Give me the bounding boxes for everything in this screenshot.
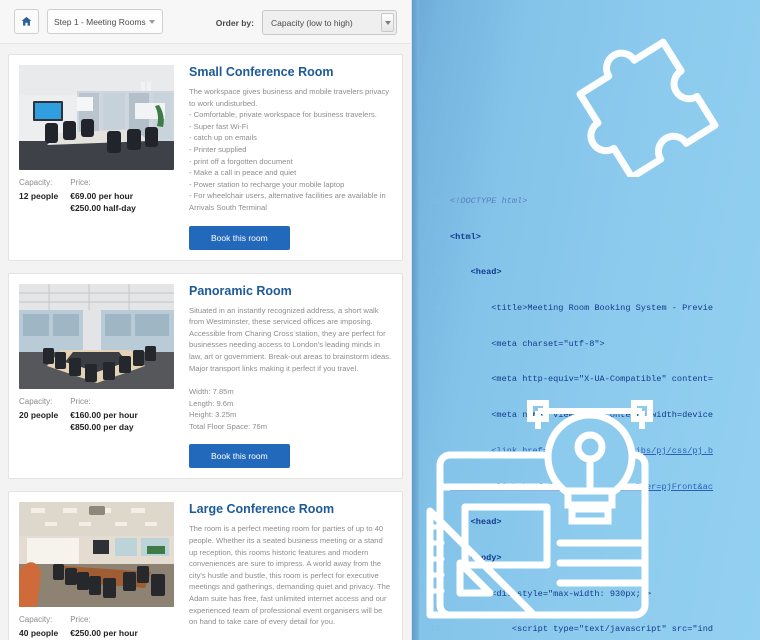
line-number: 6 [434, 374, 440, 385]
chevron-down-icon [149, 19, 155, 24]
step-select-value: Step 1 - Meeting Rooms [54, 16, 146, 27]
capacity-value: 20 people [19, 409, 59, 420]
book-this-room-button[interactable]: Book this room [189, 444, 290, 469]
panoramic-room-photo [19, 283, 174, 389]
code-line: 2 <html> [424, 232, 760, 244]
price-label: Price: [70, 615, 91, 625]
price-label: Price: [70, 396, 91, 406]
capacity-label: Capacity: [19, 615, 53, 625]
room-title: Small Conference Room [189, 65, 334, 79]
code-line: 5 <meta charset="utf-8"> [424, 339, 760, 351]
home-icon [21, 16, 32, 27]
room-list: Capacity: 12 people Price: €69.00 per ho… [0, 44, 411, 640]
order-by-select[interactable]: Capacity (low to high) [262, 10, 397, 35]
code-text: <meta charset="utf-8"> [450, 338, 605, 349]
capacity-label: Capacity: [19, 178, 53, 187]
price-block: Price: €250.00 per hour €850.00 half-day… [70, 615, 138, 640]
small-conference-room-photo [19, 65, 174, 170]
line-number: 5 [434, 338, 440, 349]
code-illustration-pane: 1 <!DOCTYPE html> 2 <html> 3 <head> 4 <tit… [412, 0, 760, 640]
line-number: 1 [434, 195, 440, 206]
booking-preview-pane: Step 1 - Meeting Rooms Order by: Capacit… [0, 0, 412, 640]
capacity-label: Capacity: [19, 396, 53, 406]
room-meta: Capacity: 40 people Price: €250.00 per h… [19, 615, 177, 640]
room-meta: Capacity: 12 people Price: €69.00 per ho… [19, 178, 177, 214]
room-description: Situated in an instantly recognized addr… [189, 305, 392, 373]
price-block: Price: €160.00 per hour €850.00 per day [70, 397, 138, 433]
code-text: <title>Meeting Room Booking System - Pre… [450, 302, 714, 313]
room-card-media: Capacity: 40 people Price: €250.00 per h… [19, 502, 177, 640]
room-meta: Capacity: 20 people Price: €160.00 per h… [19, 397, 177, 433]
price-value: €69.00 per hour €250.00 half-day [70, 191, 136, 213]
puzzle-piece-icon [552, 22, 732, 182]
room-card[interactable]: Capacity: 40 people Price: €250.00 per h… [8, 491, 403, 640]
room-card-body: Small Conference Room The workspace give… [177, 65, 392, 250]
room-card-body: Large Conference Room The room is a perf… [177, 502, 392, 640]
capacity-block: Capacity: 20 people [19, 397, 58, 433]
room-title: Panoramic Room [189, 283, 292, 298]
room-card-media: Capacity: 20 people Price: €160.00 per h… [19, 283, 177, 469]
capacity-block: Capacity: 40 people [19, 615, 58, 640]
preview-toolbar: Step 1 - Meeting Rooms Order by: Capacit… [0, 0, 411, 44]
code-text: <head> [450, 267, 502, 278]
room-card[interactable]: Capacity: 12 people Price: €69.00 per ho… [8, 54, 403, 261]
price-block: Price: €69.00 per hour €250.00 half-day [70, 178, 136, 214]
room-card-body: Panoramic Room Situated in an instantly … [177, 284, 392, 469]
order-by-group: Order by: Capacity (low to high) [216, 10, 397, 35]
price-label: Price: [70, 178, 91, 187]
room-card-media: Capacity: 12 people Price: €69.00 per ho… [19, 65, 177, 250]
price-value: €250.00 per hour €850.00 half-day €1200.… [70, 628, 138, 639]
code-line: 3 <head> [424, 267, 760, 279]
home-button[interactable] [14, 9, 39, 34]
line-number: 2 [434, 231, 440, 242]
capacity-block: Capacity: 12 people [19, 178, 58, 214]
capacity-value: 12 people [19, 191, 59, 201]
code-line: 4 <title>Meeting Room Booking System - P… [424, 303, 760, 315]
room-description: The workspace gives business and mobile … [189, 87, 390, 212]
room-title: Large Conference Room [189, 502, 335, 517]
room-card[interactable]: Capacity: 20 people Price: €160.00 per h… [8, 272, 403, 480]
pane-edge-divider [412, 0, 419, 640]
line-number: 3 [434, 267, 440, 278]
line-number: 4 [434, 302, 440, 313]
price-value: €160.00 per hour €850.00 per day [70, 409, 138, 432]
book-this-room-button[interactable]: Book this room [189, 225, 290, 250]
order-by-label: Order by: [215, 17, 254, 28]
room-specs: Width: 7.85m Length: 9.6m Height: 3.25m … [189, 387, 268, 431]
app-root: Step 1 - Meeting Rooms Order by: Capacit… [0, 0, 760, 640]
web-design-lightbulb-icon [420, 395, 720, 640]
code-text: <meta http-equiv="X-UA-Compatible" conte… [450, 374, 714, 385]
capacity-value: 40 people [19, 628, 59, 639]
order-by-value: Capacity (low to high) [271, 17, 353, 28]
room-description: The room is a perfect meeting room for p… [189, 524, 391, 627]
code-text: <html> [450, 231, 481, 242]
step-select[interactable]: Step 1 - Meeting Rooms [47, 9, 163, 34]
large-conference-room-photo [19, 502, 174, 608]
code-text: <!DOCTYPE html> [450, 195, 528, 206]
select-arrow-icon[interactable] [381, 13, 394, 32]
code-line: 6 <meta http-equiv="X-UA-Compatible" con… [424, 374, 760, 386]
code-line: 1 <!DOCTYPE html> [424, 196, 760, 208]
